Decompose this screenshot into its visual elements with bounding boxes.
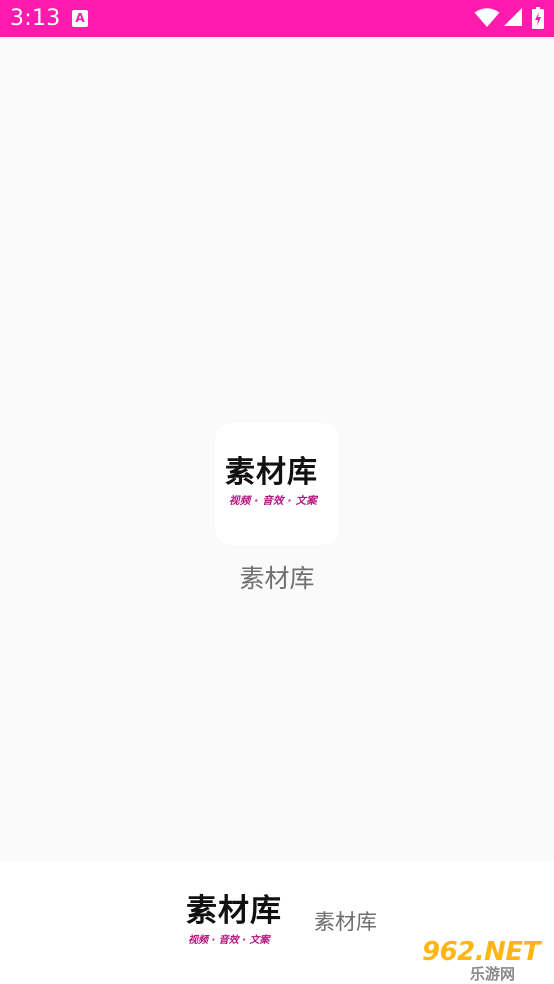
watermark-name: 乐游网 [470, 965, 516, 983]
a-notification-icon: A [72, 10, 88, 27]
bottom-logo-title: 素材库 [186, 893, 282, 929]
status-time: 3:13 [10, 6, 61, 31]
watermark: 962.NET 乐游网 [414, 937, 554, 984]
app-icon: 素材库 视频 · 音效 · 文案 [215, 423, 339, 545]
logo-tagline: 视频 · 音效 · 文案 [229, 495, 317, 507]
battery-icon [532, 7, 544, 29]
status-bar: 3:13 A [0, 0, 554, 37]
signal-icon [504, 8, 522, 26]
app-name: 素材库 [239, 564, 315, 593]
bottom-logo-tagline: 视频 · 音效 · 文案 [188, 935, 270, 946]
logo-title: 素材库 [225, 455, 318, 490]
bottom-app-name: 素材库 [314, 910, 377, 934]
watermark-site: 962.NET [422, 937, 540, 967]
wifi-icon [474, 8, 500, 27]
